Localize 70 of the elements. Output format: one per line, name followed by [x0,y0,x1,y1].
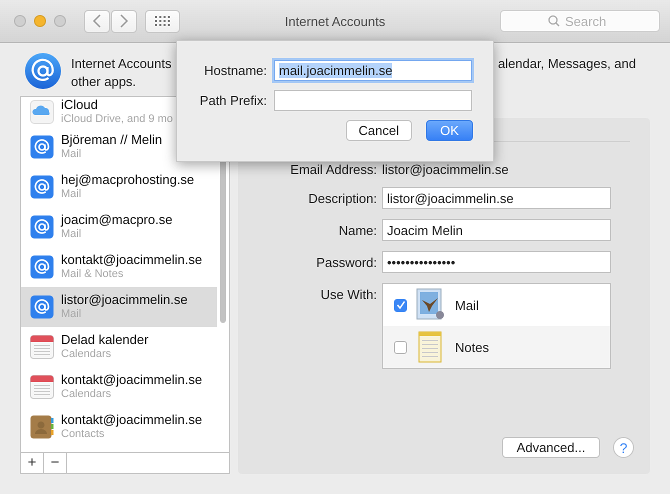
at-sign-icon [30,175,54,199]
search-field[interactable]: Search [500,10,660,32]
forward-icon [119,14,129,28]
account-type: Contacts [61,427,106,442]
account-item[interactable]: Björeman // Melin Mail [21,127,217,167]
checkbox[interactable] [394,340,407,354]
at-sign-icon [30,215,54,239]
field-label: Description: [307,190,377,206]
cancel-button[interactable]: Cancel [346,120,412,141]
account-item[interactable]: kontakt@joacimmelin.se Calendars [21,367,217,407]
account-item[interactable]: joacim@macpro.se Mail [21,207,217,247]
grid-icon [154,16,170,26]
account-type: iCloud Drive, and 9 mo [61,112,173,127]
advanced-button[interactable]: Advanced... [502,437,600,458]
account-type: Calendars [61,387,112,402]
help-button[interactable]: ? [613,437,634,458]
at-sign-icon [24,52,62,90]
field-label: Name: [338,222,377,238]
at-sign-icon [30,255,54,279]
account-name: kontakt@joacimmelin.se [61,372,202,387]
at-sign-icon [30,295,54,319]
cloud-icon [30,100,54,124]
app-name: Notes [455,340,489,354]
description-text: alendar, Messages, and [498,55,636,73]
stamp-icon [415,288,445,322]
account-name: Björeman // Melin [61,132,162,147]
account-item[interactable]: Delad kalender Calendars [21,327,217,367]
field-label: Path Prefix: [198,93,267,108]
field-label: Email Address: [289,162,377,177]
window-title: Internet Accounts [284,14,386,29]
window-control[interactable] [34,15,46,27]
input-field[interactable]: mail.joacimmelin.se [274,60,472,81]
checkbox[interactable] [394,298,407,312]
at-sign-icon [30,135,54,159]
show-all-button[interactable] [145,10,180,32]
window-control[interactable] [14,15,26,27]
account-name: kontakt@joacimmelin.se [61,252,202,267]
account-type: Calendars [61,347,112,362]
account-name: Delad kalender [61,332,148,347]
account-type: Mail [61,187,82,202]
app-name: Mail [455,298,479,312]
calendar-icon [30,335,54,359]
input-field[interactable]: Joacim Melin [382,219,611,241]
account-type: Mail [61,147,82,162]
input-field[interactable]: ••••••••••••••• [382,251,611,273]
email-address: listor@joacimmelin.se [382,162,510,177]
back-icon [92,14,102,28]
description-text: other apps. [71,73,138,91]
field-label: Hostname: [203,63,267,78]
calendar-icon [30,375,54,399]
address-book-icon [30,415,54,439]
account-item[interactable]: hej@macprohosting.se Mail [21,167,217,207]
account-name: iCloud [61,97,99,112]
search-icon [548,15,560,27]
input-field[interactable] [274,90,472,111]
account-name: hej@macprohosting.se [61,172,194,187]
account-item[interactable]: kontakt@joacimmelin.se Contacts [21,407,217,447]
account-name: kontakt@joacimmelin.se [61,412,202,427]
account-type: Mail [61,227,82,242]
account-name: listor@joacimmelin.se [61,292,188,307]
forward-button[interactable] [111,10,137,32]
field-label: Password: [315,254,377,270]
input-field[interactable]: listor@joacimmelin.se [382,187,611,209]
window-control[interactable] [54,15,66,27]
description-text: Internet Accounts [71,55,172,73]
account-name: joacim@macpro.se [61,212,172,227]
account-item[interactable]: kontakt@joacimmelin.se Mail & Notes [21,247,217,287]
back-button[interactable] [84,10,110,32]
account-type: Mail & Notes [61,267,124,282]
field-label: Use With: [320,286,377,302]
